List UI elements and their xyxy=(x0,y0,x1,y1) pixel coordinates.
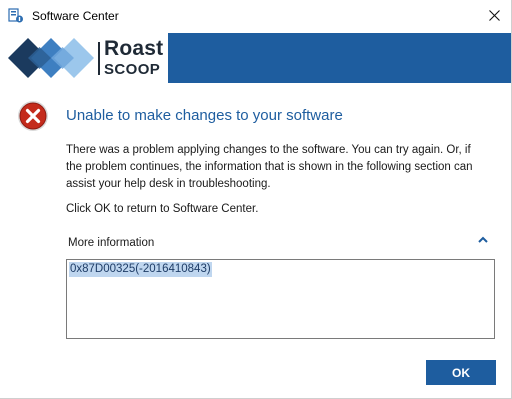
dialog-heading: Unable to make changes to your software xyxy=(66,107,343,124)
ok-button[interactable]: OK xyxy=(426,360,496,385)
chevron-up-icon xyxy=(478,230,488,248)
logo-mark xyxy=(8,38,94,78)
more-information-label: More information xyxy=(68,237,155,249)
instruction-text: Click OK to return to Software Center. xyxy=(66,203,259,215)
collapse-details-button[interactable] xyxy=(475,232,491,246)
company-logo: Roast SCOOP xyxy=(0,33,168,83)
brand-banner: Roast SCOOP xyxy=(0,33,511,83)
more-information-textbox[interactable]: 0x87D00325(-2016410843) xyxy=(66,259,495,339)
logo-text-line2: SCOOP xyxy=(104,61,161,78)
close-icon xyxy=(488,8,500,26)
dialog-window: Software Center Roast SCOOP Unable to ma… xyxy=(0,0,512,399)
logo-separator xyxy=(98,42,100,75)
window-title: Software Center xyxy=(32,9,119,23)
close-button[interactable] xyxy=(477,0,511,33)
error-message: There was a problem applying changes to … xyxy=(66,144,473,190)
software-center-icon xyxy=(8,8,24,24)
title-bar: Software Center xyxy=(0,0,511,33)
logo-text-line1: Roast xyxy=(104,37,164,60)
error-code-text[interactable]: 0x87D00325(-2016410843) xyxy=(69,262,212,277)
error-icon xyxy=(17,100,49,137)
